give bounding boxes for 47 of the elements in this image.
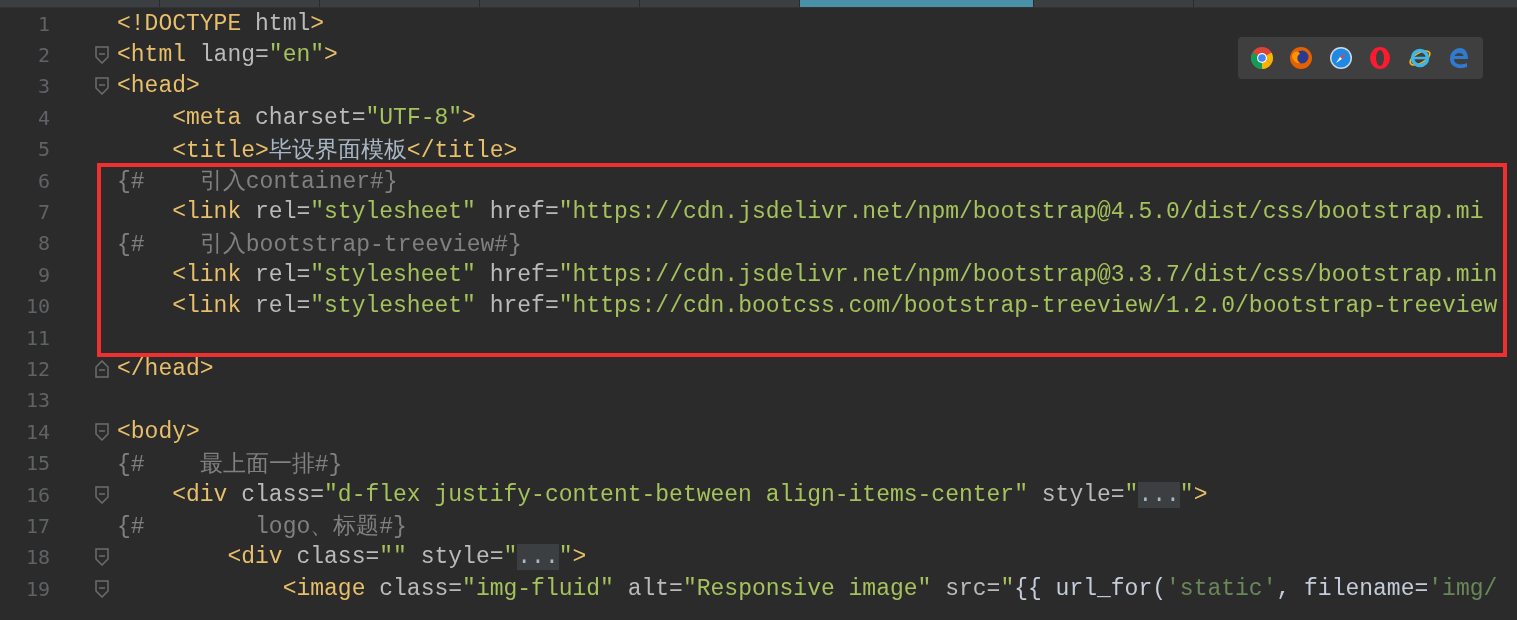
fold-marker-icon[interactable] [95,579,109,598]
line-number: 5 [36,137,50,162]
browser-icon[interactable] [1249,46,1274,70]
code-line: <!DOCTYPE html> [117,10,325,37]
code-line: {# logo、标题#} [117,513,407,542]
code-line: {# 最上面一排#} [117,450,343,479]
line-number: 7 [36,200,50,225]
line-number: 12 [24,357,50,381]
line-number: 14 [24,419,50,444]
browser-icon[interactable] [1328,46,1353,70]
line-number: 16 [24,482,50,507]
line-number: 3 [36,74,50,99]
code-line: </head> [117,356,214,382]
line-number: 1 [36,11,50,36]
line-number: 18 [24,545,50,570]
line-number: 13 [24,388,50,413]
line-number: 11 [24,325,50,350]
code-line: <title>毕设界面模板</title> [171,136,518,165]
line-number: 6 [36,168,50,193]
fold-marker-icon[interactable] [95,46,109,65]
line-number: 9 [36,262,50,287]
fold-marker-icon[interactable] [95,548,109,567]
browser-icon[interactable] [1289,46,1314,70]
code-line: {# 引入container#} [117,168,398,197]
code-line: <body> [117,418,200,445]
code-line: <link rel="stylesheet" href="https://cdn.bootcss.com/bootstrap-treeview/1.2.0/bootstrap-treeview [171,293,1498,320]
code-line: {# 引入bootstrap-treeview#} [117,230,522,259]
line-number: 15 [24,451,50,476]
line-number: 4 [36,105,50,130]
line-number: 8 [36,231,50,256]
code-line: <head> [117,73,200,100]
code-line: <div class="d-flex justify-content-between align-items-center" style="..."> [171,481,1208,508]
line-number: 2 [36,43,50,68]
fold-marker-icon[interactable] [95,77,109,96]
code-line: <link rel="stylesheet" href="https://cdn.jsdelivr.net/npm/bootstrap@4.5.0/dist/css/bootstrap.mi [171,199,1484,226]
line-number: 19 [24,576,50,601]
browser-icon[interactable] [1407,46,1432,70]
fold-marker-icon[interactable] [95,360,109,378]
code-line: <image class="img-fluid" alt="Responsive image" src="{{ url_for('static', filename='img/ [281,575,1498,602]
fold-marker-icon[interactable] [95,422,109,441]
code-line: <meta charset="UTF-8"> [171,104,476,131]
line-number: 17 [24,513,50,538]
code-line: <div class="" style="..."> [226,544,587,571]
line-number: 10 [24,294,50,319]
code-line: <html lang="en"> [117,42,338,69]
fold-marker-icon[interactable] [95,485,109,504]
code-line: <link rel="stylesheet" href="https://cdn.jsdelivr.net/npm/bootstrap@3.3.7/dist/css/bootstrap.min [171,261,1498,288]
